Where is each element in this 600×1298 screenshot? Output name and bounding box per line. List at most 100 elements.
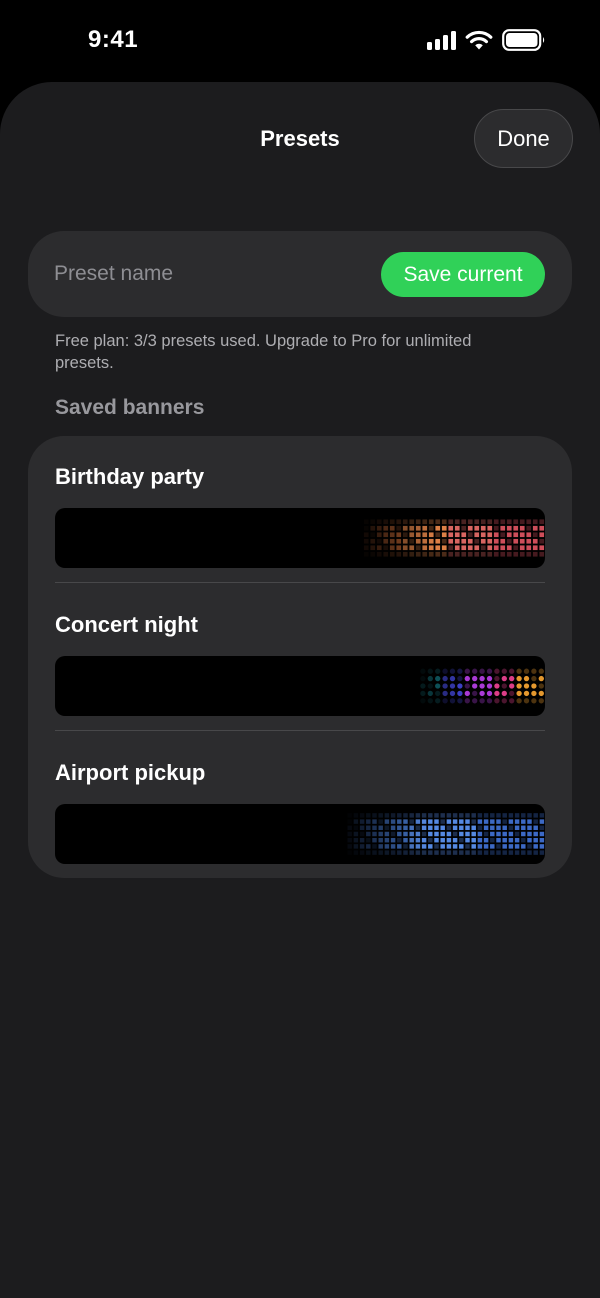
led-dot: [494, 668, 500, 674]
led-dot: [479, 690, 485, 697]
led-dot: [461, 545, 467, 551]
led-dot: [366, 819, 371, 824]
led-dot: [465, 850, 470, 855]
led-dot: [397, 825, 402, 831]
led-dot: [390, 813, 396, 818]
led-dot: [378, 819, 383, 824]
led-dot: [521, 850, 526, 855]
led-dot: [427, 698, 433, 704]
led-dot: [434, 837, 439, 843]
led-dot: [428, 819, 433, 824]
led-dot: [446, 813, 452, 818]
led-dot: [467, 532, 473, 538]
led-dot: [477, 813, 483, 818]
led-dot: [493, 519, 499, 525]
led-dot: [471, 831, 476, 837]
led-dot: [538, 698, 544, 704]
led-dot: [454, 551, 460, 557]
led-dot: [359, 813, 365, 818]
preset-row-birthday-party[interactable]: Birthday party: [55, 460, 545, 568]
cellular-signal-icon: [427, 30, 456, 50]
led-dot: [353, 837, 359, 843]
led-dot: [409, 525, 415, 531]
led-dot: [493, 532, 499, 538]
led-dot: [434, 850, 439, 855]
led-dot: [446, 850, 452, 855]
save-current-button[interactable]: Save current: [381, 252, 545, 297]
led-dot: [514, 813, 520, 818]
led-dot: [396, 551, 402, 557]
led-dot: [347, 813, 351, 817]
led-dot: [448, 551, 454, 557]
led-dot: [415, 825, 421, 831]
led-dot: [421, 837, 427, 843]
led-dot: [442, 675, 448, 682]
saved-banners-header: Saved banners: [55, 396, 205, 419]
plan-limit-note: Free plan: 3/3 presets used. Upgrade to …: [55, 332, 472, 372]
led-dot: [452, 837, 458, 843]
led-dot: [506, 525, 512, 531]
led-dot: [533, 819, 538, 824]
led-dot: [372, 813, 377, 818]
led-dot: [440, 825, 445, 831]
led-dot: [396, 545, 402, 551]
led-dot: [428, 551, 434, 557]
led-dot: [487, 551, 493, 557]
led-dot: [359, 831, 365, 837]
led-dot: [483, 819, 489, 824]
led-dot: [428, 538, 434, 544]
led-dot: [434, 813, 439, 818]
led-dot: [539, 819, 545, 824]
led-dot: [527, 850, 532, 855]
preset-row-concert-night[interactable]: Concert night: [55, 608, 545, 716]
led-dot: [396, 532, 402, 538]
led-dot: [449, 698, 456, 704]
led-dot: [435, 675, 441, 682]
led-dot: [454, 545, 460, 551]
led-dot: [441, 551, 447, 557]
led-dot: [502, 844, 507, 849]
led-dot: [521, 813, 526, 818]
led-dot: [526, 538, 532, 544]
led-dot: [454, 519, 460, 525]
preset-row-airport-pickup[interactable]: Airport pickup: [55, 756, 545, 864]
led-dot: [502, 837, 507, 843]
led-dot: [480, 538, 486, 544]
led-dot: [389, 551, 395, 557]
banner-preview: [55, 508, 545, 568]
led-dot: [500, 538, 506, 544]
led-dot: [389, 538, 395, 544]
led-dot: [533, 837, 538, 843]
led-dot: [502, 819, 507, 824]
led-dot: [422, 551, 428, 557]
preset-name-input[interactable]: [54, 253, 374, 295]
led-dot: [457, 683, 463, 689]
led-dot: [390, 844, 396, 849]
led-dot: [486, 698, 493, 704]
led-dot: [526, 525, 532, 531]
led-dot: [448, 532, 454, 538]
led-dot: [474, 519, 480, 525]
led-dot: [457, 675, 463, 682]
led-dot: [483, 850, 489, 855]
led-dot: [516, 675, 522, 682]
led-dot: [539, 825, 545, 831]
led-dot: [538, 683, 544, 689]
led-dot: [457, 668, 463, 674]
led-dot: [409, 825, 414, 831]
led-dot: [421, 813, 427, 818]
led-dot: [539, 525, 545, 531]
led-dot: [389, 532, 395, 538]
led-dot: [532, 532, 538, 538]
led-dot: [474, 532, 480, 538]
led-dot: [372, 819, 377, 824]
led-dot: [500, 551, 506, 557]
preset-name-card: Save current: [28, 231, 572, 317]
done-button[interactable]: Done: [474, 109, 573, 168]
led-dot: [364, 519, 369, 524]
led-dot: [490, 850, 495, 855]
led-dot: [440, 844, 445, 849]
led-dot: [502, 825, 507, 831]
led-dot: [471, 844, 476, 849]
led-dot: [353, 831, 359, 837]
